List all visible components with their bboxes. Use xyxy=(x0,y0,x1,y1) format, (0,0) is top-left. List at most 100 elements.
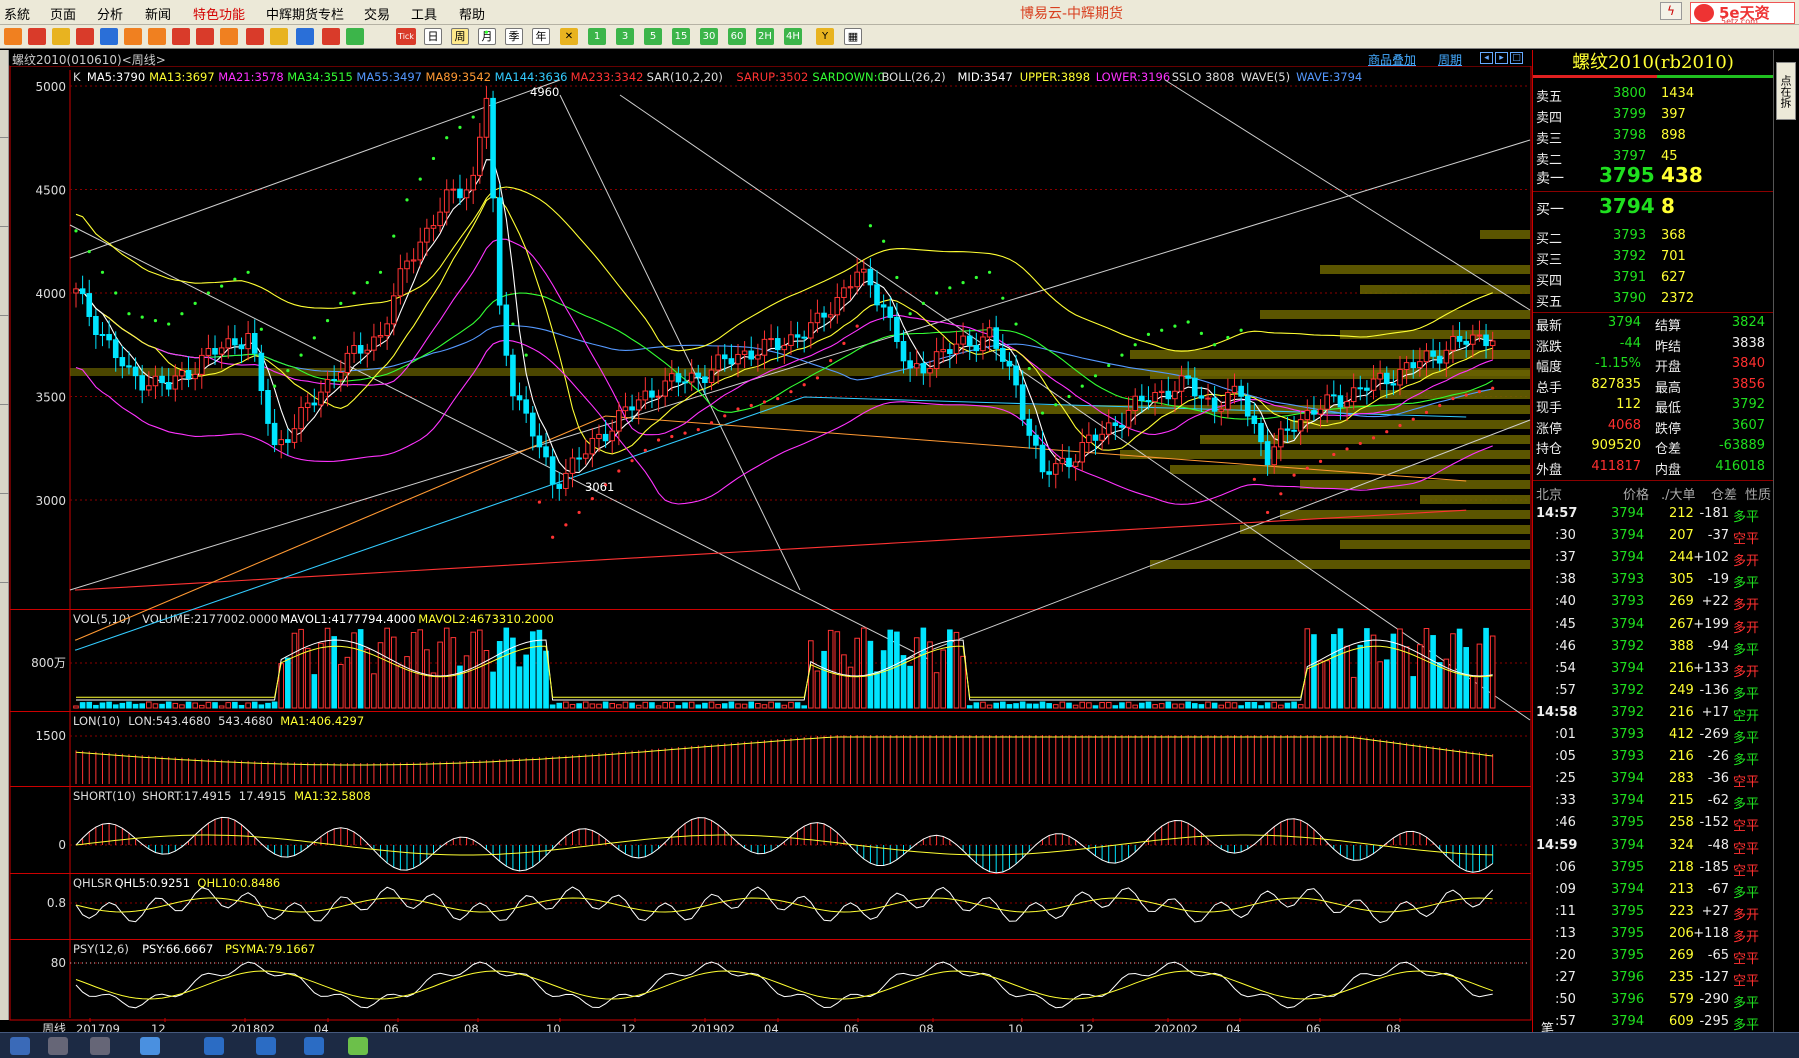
candle-body xyxy=(496,197,503,306)
volume-profile-bar xyxy=(1320,265,1530,274)
volume-profile-bar xyxy=(1480,230,1530,239)
tick-price: 3794 xyxy=(1611,771,1645,787)
tick-row: :46 3792 388 -94 多平 xyxy=(1533,636,1773,658)
tick-nature: 多平 xyxy=(1733,996,1760,1012)
volume-bar xyxy=(801,705,808,709)
tick-volume: 305 xyxy=(1669,572,1694,588)
taskbar-icon[interactable] xyxy=(348,1037,368,1055)
taskbar-icon[interactable] xyxy=(204,1037,224,1055)
taskbar-icon[interactable] xyxy=(90,1037,110,1055)
tick-nature: 空平 xyxy=(1733,532,1760,548)
sar-dot xyxy=(1371,436,1376,440)
bid-volume: 368 xyxy=(1661,228,1686,243)
tick-volume: 258 xyxy=(1669,815,1694,831)
volume-bar xyxy=(1291,701,1297,709)
volume-bar xyxy=(1383,659,1390,709)
moving-average-line xyxy=(75,339,1493,505)
stat-value: 4068 xyxy=(1607,417,1641,433)
candle-body xyxy=(311,402,318,406)
candle-body xyxy=(225,338,232,349)
candle-body xyxy=(788,334,794,346)
candle-body xyxy=(437,211,443,227)
tick-row: :33 3794 215 -62 多平 xyxy=(1533,790,1773,812)
tick-time: :54 xyxy=(1555,660,1576,676)
sar-dot xyxy=(749,403,753,408)
volume-bar xyxy=(1125,701,1132,709)
candle-body xyxy=(536,435,543,448)
ask-volume: 45 xyxy=(1661,149,1678,164)
tick-price: 3795 xyxy=(1611,815,1645,831)
sar-dot xyxy=(1252,477,1256,481)
tick-oi: +102 xyxy=(1693,550,1729,566)
taskbar-icon[interactable] xyxy=(304,1037,324,1055)
candle-body xyxy=(1251,415,1258,424)
sar-dot xyxy=(643,448,647,452)
candle-body xyxy=(841,287,847,298)
ask-label: 卖四 xyxy=(1536,111,1563,126)
candle-body xyxy=(523,399,529,414)
fullscreen-icon[interactable]: □ xyxy=(1510,52,1523,64)
bid-label: 买二 xyxy=(1536,232,1563,247)
legend-item: SSLO 3808 xyxy=(1172,70,1235,84)
legend-item: K xyxy=(73,70,81,84)
volume-bar xyxy=(609,702,616,709)
ask-volume: 397 xyxy=(1661,107,1686,122)
candle-body xyxy=(198,354,205,375)
candle-body xyxy=(761,338,768,356)
candle-body xyxy=(73,288,79,294)
ask-row: 卖五 3800 1434 xyxy=(1533,86,1773,106)
ask-price: 3799 xyxy=(1613,107,1647,122)
tick-oi: -37 xyxy=(1707,528,1729,544)
volume-bar xyxy=(1178,703,1185,709)
candle-body xyxy=(1006,360,1013,367)
sar-dot xyxy=(153,319,158,323)
sar-dot xyxy=(789,390,793,394)
volume-bar xyxy=(774,702,781,709)
taskbar-icon[interactable] xyxy=(48,1037,68,1055)
ask-label: 卖五 xyxy=(1536,90,1563,105)
legend-item: MID:3547 xyxy=(958,70,1013,84)
stat-value: -44 xyxy=(1619,335,1641,351)
candle-body xyxy=(212,348,218,355)
candle-body xyxy=(99,334,106,337)
bid-price: 3791 xyxy=(1613,270,1647,285)
sar-dot xyxy=(339,301,343,305)
candle-body xyxy=(1086,434,1092,444)
trend-line xyxy=(69,139,1531,591)
zoom-out-icon[interactable]: ▸ xyxy=(1495,52,1508,64)
overlay-link[interactable]: 商品叠加 xyxy=(1368,51,1416,68)
tick-volume: 216 xyxy=(1669,660,1694,676)
flash-icon[interactable]: ϟ xyxy=(1660,2,1682,20)
volume-bar xyxy=(682,702,688,709)
candle-body xyxy=(827,314,834,318)
right-tab[interactable]: 点在拆 xyxy=(1776,62,1796,120)
candle-body xyxy=(1324,394,1330,410)
sar-dot xyxy=(1239,328,1243,332)
taskbar-icon[interactable] xyxy=(256,1037,276,1055)
volume-bar xyxy=(536,629,543,709)
price-tick-label: 5000 xyxy=(35,80,66,94)
ask-row-best: 卖一 3795 438 xyxy=(1533,163,1773,191)
stat-value: 827835 xyxy=(1591,376,1641,392)
period-link[interactable]: 周期 xyxy=(1438,51,1462,68)
tick-nature: 多平 xyxy=(1733,885,1760,901)
sar-dot xyxy=(167,322,171,326)
candle-body xyxy=(1139,395,1145,402)
sar-dot xyxy=(921,301,925,305)
tick-price: 3795 xyxy=(1611,859,1645,875)
kline-chart[interactable]: 50004500400035003000K MA5:3790 MA13:3697 MA… xyxy=(0,0,1532,1032)
start-icon[interactable] xyxy=(10,1037,30,1055)
brand-circle-icon xyxy=(1694,4,1714,22)
candle-body xyxy=(357,345,364,354)
candle-body xyxy=(695,372,702,378)
legend-item: WAVE:3794 xyxy=(1296,70,1362,84)
zoom-in-icon[interactable]: ◂ xyxy=(1480,52,1493,64)
candle-body xyxy=(741,350,748,355)
taskbar-icon[interactable] xyxy=(140,1037,160,1055)
sar-dot xyxy=(87,250,91,254)
stat-row: 总手 827835 最高 3856 xyxy=(1533,377,1773,397)
candle-body xyxy=(1026,418,1033,436)
volume-bar xyxy=(112,704,119,709)
candle-body xyxy=(1198,395,1205,399)
volume-bar xyxy=(1072,704,1079,709)
